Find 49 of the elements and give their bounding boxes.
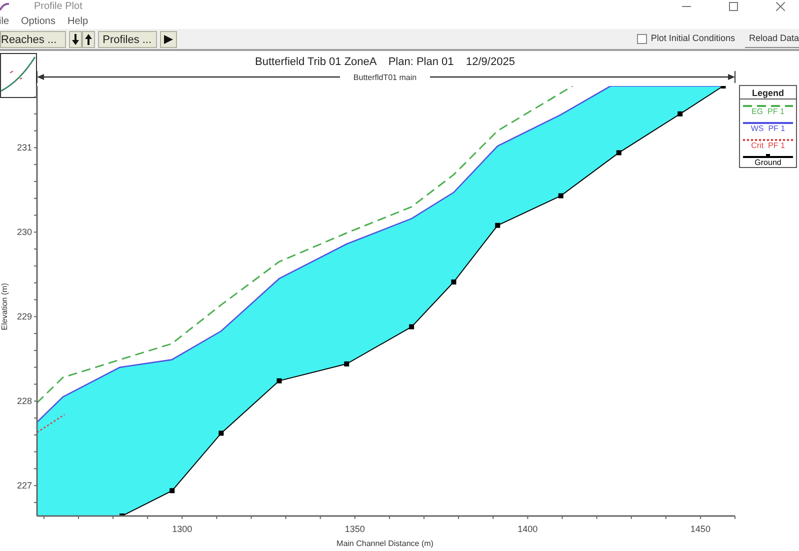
point [678, 111, 683, 116]
point [344, 361, 350, 366]
play-icon [164, 34, 173, 44]
window-title: Profile Plot [34, 2, 82, 12]
checkbox[interactable] [636, 34, 647, 44]
legend-swatch [743, 154, 793, 158]
legend-title: Legend [752, 88, 784, 98]
down-arrow-icon [72, 34, 79, 44]
legend-label: Ground [754, 158, 782, 167]
point [451, 279, 456, 284]
x-tick-label: 1400 [518, 524, 538, 534]
y-axis-label: Elevation (m) [0, 283, 9, 330]
maximize-icon[interactable] [729, 2, 738, 11]
point [409, 324, 414, 330]
point [495, 222, 500, 228]
point [616, 150, 622, 156]
x-tick-label: 1450 [690, 524, 710, 534]
y-tick-label: 230 [16, 227, 32, 238]
point [558, 193, 564, 198]
x-tick-label: 1300 [172, 524, 192, 534]
y-tick-label: 227 [16, 480, 32, 491]
app-icon [0, 2, 10, 11]
y-tick-label: 228 [16, 396, 32, 406]
down-button[interactable] [68, 30, 82, 48]
point [218, 430, 224, 436]
y-tick-label: 229 [16, 312, 32, 322]
legend-label: EG PF 1 [752, 107, 784, 116]
plot-title: Butterfield Trib 01 ZoneA Plan: Plan 01 12/9/2025 [255, 56, 515, 68]
checkbox-label: Plot Initial Conditions [650, 32, 735, 46]
menu-item[interactable]: Options [21, 14, 56, 28]
menu-item[interactable]: Help [67, 14, 88, 28]
up-arrow-icon [84, 34, 92, 44]
reach-label: ButterfldT01 main [353, 73, 417, 82]
reload-data-button[interactable]: Reload Data [744, 30, 799, 48]
minimize-icon[interactable] [682, 6, 691, 8]
up-button[interactable] [82, 30, 95, 48]
menu-item[interactable]: ile [0, 14, 10, 28]
legend-label: WS PF 1 [750, 124, 786, 133]
close-icon[interactable] [776, 2, 785, 11]
point [276, 378, 282, 384]
overview-thumbnail[interactable] [0, 53, 37, 98]
x-axis-label: Main Channel Distance (m) [336, 539, 434, 548]
reaches-button[interactable]: Reaches ... [0, 30, 66, 48]
point [170, 488, 175, 494]
legend-label: Crit PF 1 [751, 141, 785, 150]
y-tick-label: 231 [16, 142, 32, 153]
profiles-button[interactable]: Profiles ... [98, 30, 157, 48]
play-button[interactable] [160, 30, 177, 48]
x-tick-label: 1350 [344, 524, 365, 534]
